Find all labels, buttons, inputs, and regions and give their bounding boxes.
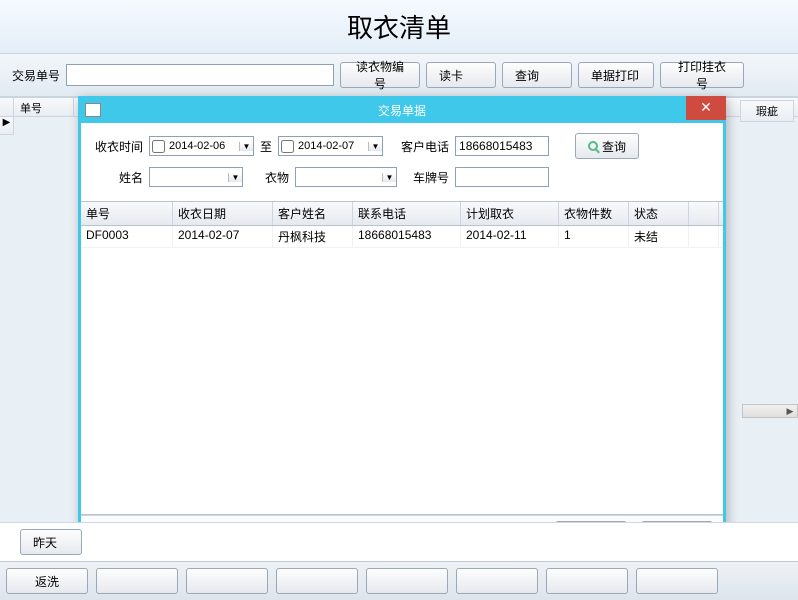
recv-time-label: 收衣时间 bbox=[89, 138, 143, 155]
bottom-button-3[interactable] bbox=[186, 568, 268, 594]
page-title: 取衣清单 bbox=[0, 0, 798, 53]
name-label: 姓名 bbox=[89, 169, 143, 186]
table-row[interactable]: DF0003 2014-02-07 丹枫科技 18668015483 2014-… bbox=[81, 226, 723, 248]
cloth-label: 衣物 bbox=[249, 169, 289, 186]
dialog-title-bar[interactable]: 交易单据 bbox=[81, 99, 723, 123]
cell-cust-name: 丹枫科技 bbox=[273, 226, 353, 247]
close-button[interactable]: ✕ bbox=[686, 96, 726, 120]
cloth-combo[interactable]: ▼ bbox=[295, 167, 397, 187]
to-label: 至 bbox=[260, 138, 272, 155]
rewash-button[interactable]: 返洗 bbox=[6, 568, 88, 594]
date-to-checkbox[interactable] bbox=[281, 140, 294, 153]
grid-header: 单号 收衣日期 客户姓名 联系电话 计划取衣 衣物件数 状态 bbox=[81, 202, 723, 226]
result-grid: 单号 收衣日期 客户姓名 联系电话 计划取衣 衣物件数 状态 DF0003 20… bbox=[81, 201, 723, 515]
col-cust-name[interactable]: 客户姓名 bbox=[273, 202, 353, 225]
col-plan-pick[interactable]: 计划取衣 bbox=[461, 202, 559, 225]
col-status[interactable]: 状态 bbox=[629, 202, 689, 225]
bg-col-bill-no[interactable]: 单号 bbox=[14, 98, 74, 116]
transaction-dialog: 交易单据 ✕ 收衣时间 ▼ 至 ▼ 客户电话 查询 姓 bbox=[78, 96, 726, 554]
bottom-toolbar: 返洗 bbox=[0, 561, 798, 600]
date-from-checkbox[interactable] bbox=[152, 140, 165, 153]
grid-body[interactable]: DF0003 2014-02-07 丹枫科技 18668015483 2014-… bbox=[81, 226, 723, 514]
chevron-down-icon[interactable]: ▼ bbox=[239, 142, 253, 151]
cell-status: 未结 bbox=[629, 226, 689, 247]
bg-right-column: 瑕疵 bbox=[740, 100, 794, 122]
col-recv-date[interactable]: 收衣日期 bbox=[173, 202, 273, 225]
bottom-area: 昨天 返洗 bbox=[0, 522, 798, 600]
bottom-button-5[interactable] bbox=[366, 568, 448, 594]
plate-input[interactable] bbox=[455, 167, 549, 187]
read-cloth-no-button[interactable]: 读衣物编号 bbox=[340, 62, 420, 88]
cell-phone: 18668015483 bbox=[353, 226, 461, 247]
col-bill-no[interactable]: 单号 bbox=[81, 202, 173, 225]
cloth-input[interactable] bbox=[296, 168, 382, 186]
print-bill-button[interactable]: 单据打印 bbox=[578, 62, 654, 88]
bottom-button-4[interactable] bbox=[276, 568, 358, 594]
plate-label: 车牌号 bbox=[403, 169, 449, 186]
date-to-picker[interactable]: ▼ bbox=[278, 136, 383, 156]
chevron-down-icon[interactable]: ▼ bbox=[228, 173, 242, 182]
bottom-button-7[interactable] bbox=[546, 568, 628, 594]
bottom-button-2[interactable] bbox=[96, 568, 178, 594]
dialog-search-button[interactable]: 查询 bbox=[575, 133, 639, 159]
trans-no-input[interactable] bbox=[66, 64, 334, 86]
chevron-down-icon[interactable]: ▼ bbox=[368, 142, 382, 151]
trans-no-label: 交易单号 bbox=[12, 67, 60, 84]
cell-recv-date: 2014-02-07 bbox=[173, 226, 273, 247]
h-scrollbar[interactable]: ▶ bbox=[742, 404, 798, 418]
main-toolbar: 交易单号 读衣物编号 读卡 查询 单据打印 打印挂衣号 bbox=[0, 53, 798, 97]
row-indicator[interactable]: ▶ bbox=[0, 117, 14, 135]
phone-label: 客户电话 bbox=[401, 138, 449, 155]
window-icon bbox=[85, 103, 101, 117]
filter-panel: 收衣时间 ▼ 至 ▼ 客户电话 查询 姓名 ▼ bbox=[81, 123, 723, 201]
col-phone[interactable]: 联系电话 bbox=[353, 202, 461, 225]
yesterday-button[interactable]: 昨天 bbox=[20, 529, 82, 555]
name-combo[interactable]: ▼ bbox=[149, 167, 243, 187]
date-from-picker[interactable]: ▼ bbox=[149, 136, 254, 156]
name-input[interactable] bbox=[150, 168, 228, 186]
phone-input[interactable] bbox=[455, 136, 549, 156]
cell-qty: 1 bbox=[559, 226, 629, 247]
print-tag-button[interactable]: 打印挂衣号 bbox=[660, 62, 744, 88]
cell-bill-no: DF0003 bbox=[81, 226, 173, 247]
dialog-title: 交易单据 bbox=[378, 104, 426, 118]
cell-plan-pick: 2014-02-11 bbox=[461, 226, 559, 247]
date-from-input[interactable] bbox=[167, 137, 239, 155]
bottom-button-6[interactable] bbox=[456, 568, 538, 594]
bg-col-defect[interactable]: 瑕疵 bbox=[740, 100, 794, 122]
col-qty[interactable]: 衣物件数 bbox=[559, 202, 629, 225]
bottom-button-8[interactable] bbox=[636, 568, 718, 594]
date-to-input[interactable] bbox=[296, 137, 368, 155]
read-card-button[interactable]: 读卡 bbox=[426, 62, 496, 88]
col-extra[interactable] bbox=[689, 202, 719, 225]
query-button[interactable]: 查询 bbox=[502, 62, 572, 88]
chevron-down-icon[interactable]: ▼ bbox=[382, 173, 396, 182]
search-icon bbox=[588, 141, 598, 151]
